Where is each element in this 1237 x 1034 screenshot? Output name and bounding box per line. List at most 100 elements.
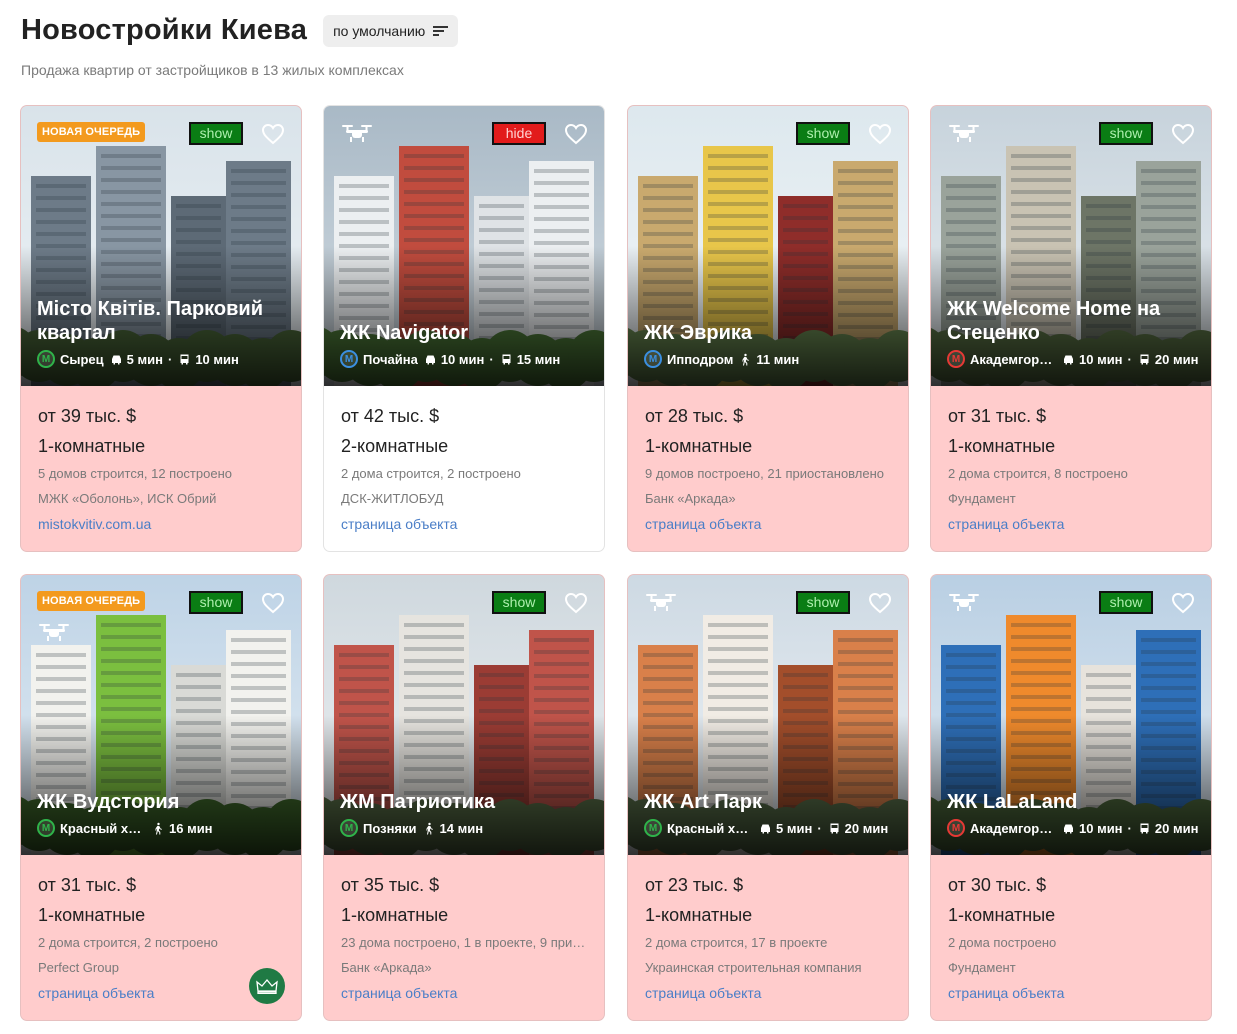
metro-icon: М	[37, 819, 55, 837]
complex-card[interactable]: show ЖМ Патриотика М Позняки 14 мин от 35 тыс…	[324, 575, 604, 1020]
walk-icon	[742, 353, 750, 365]
complex-page-link[interactable]: страница объекта	[341, 985, 591, 1001]
complex-name[interactable]: ЖК Navigator	[340, 321, 590, 345]
travel-time: 15 мин	[500, 351, 561, 367]
room-type: 1-комнатные	[645, 905, 753, 925]
complex-name[interactable]: ЖК Эврика	[644, 321, 894, 345]
bus-icon	[502, 354, 511, 364]
complex-card[interactable]: hide ЖК Navigator М Почайна 10 мин · 15 мин от …	[324, 106, 604, 551]
travel-time: 20 мин	[1138, 351, 1199, 367]
complex-photo-area[interactable]: НОВАЯ ОЧЕРЕДЬ show ЖК Вудстория М Красный ху…	[21, 575, 301, 855]
metro-info: М Ипподром 11 мин	[644, 350, 799, 368]
price-from: от 35 тыс. $	[341, 875, 440, 895]
metro-info: М Академгородок 10 мин· 20 мин	[947, 350, 1198, 368]
developer-logo[interactable]	[249, 968, 285, 1004]
complex-page-link[interactable]: страница объекта	[645, 516, 895, 532]
metro-icon: М	[644, 350, 662, 368]
favorite-heart-icon[interactable]	[261, 123, 285, 145]
drone-icon	[37, 621, 71, 643]
metro-info: М Почайна 10 мин · 15 мин	[340, 350, 560, 368]
complex-card[interactable]: НОВАЯ ОЧЕРЕДЬ show Місто Квітів. Парковий …	[21, 106, 301, 551]
drone-icon	[340, 122, 374, 144]
favorite-heart-icon[interactable]	[1171, 123, 1195, 145]
complex-card[interactable]: show ЖК Welcome Home на Стеценко М Академго…	[931, 106, 1211, 551]
complex-name[interactable]: ЖК Art Парк	[644, 790, 894, 814]
travel-time-value: 15 мин	[516, 351, 561, 367]
travel-time-value: 5 мин	[776, 820, 813, 836]
car-icon	[761, 824, 770, 833]
developer-name: Украинская строительная компания	[645, 960, 862, 975]
visibility-toggle[interactable]: show	[1099, 591, 1153, 614]
complex-name[interactable]: ЖК Вудстория	[37, 790, 287, 814]
visibility-toggle[interactable]: show	[796, 591, 850, 614]
construction-status: 5 домов строится, 12 построено	[38, 466, 232, 481]
price-from: от 23 тыс. $	[645, 875, 744, 895]
complex-photo-area[interactable]: show ЖК Эврика М Ипподром 11 мин	[628, 106, 908, 386]
complex-card[interactable]: НОВАЯ ОЧЕРЕДЬ show ЖК Вудстория М Красный ху…	[21, 575, 301, 1020]
room-type: 1-комнатные	[341, 905, 449, 925]
complex-photo-area[interactable]: show ЖМ Патриотика М Позняки 14 мин	[324, 575, 604, 855]
metro-icon: М	[644, 819, 662, 837]
metro-info: М Красный хутор 5 мин· 20 мин	[644, 819, 888, 837]
metro-station: Почайна	[363, 351, 418, 367]
sort-dropdown[interactable]: по умолчанию	[323, 14, 459, 47]
page-header: Новостройки Киева по умолчанию	[21, 14, 459, 47]
complex-card[interactable]: show ЖК LaLaLand М Академгородок 10 мин· 20 м…	[931, 575, 1211, 1020]
travel-time: 10 мин	[424, 352, 484, 367]
drone-icon	[947, 122, 981, 144]
travel-time-value: 14 мин	[439, 820, 484, 836]
card-details: от 42 тыс. $ 2-комнатные 2 дома строится, …	[341, 406, 591, 532]
travel-time: 11 мин	[739, 352, 799, 367]
separator-dot: ·	[1127, 351, 1132, 367]
favorite-heart-icon[interactable]	[868, 123, 892, 145]
card-details: от 30 тыс. $ 1-комнатные 2 дома построено Ф…	[948, 875, 1198, 1001]
price-from: от 31 тыс. $	[38, 875, 137, 895]
complex-page-link[interactable]: mistokvitiv.com.ua	[38, 516, 288, 532]
visibility-toggle[interactable]: show	[189, 122, 243, 145]
metro-station: Сырец	[60, 351, 104, 367]
complex-page-link[interactable]: страница объекта	[948, 985, 1198, 1001]
complex-page-link[interactable]: страница объекта	[341, 516, 591, 532]
favorite-heart-icon[interactable]	[1171, 592, 1195, 614]
travel-time-value: 16 мин	[169, 820, 213, 836]
complex-page-link[interactable]: страница объекта	[948, 516, 1198, 532]
construction-status: 9 домов построено, 21 приостановлено	[645, 466, 885, 481]
visibility-toggle[interactable]: show	[189, 591, 243, 614]
complex-photo-area[interactable]: show ЖК Welcome Home на Стеценко М Академго…	[931, 106, 1211, 386]
visibility-toggle[interactable]: show	[1099, 122, 1153, 145]
visibility-toggle[interactable]: show	[796, 122, 850, 145]
new-phase-badge: НОВАЯ ОЧЕРЕДЬ	[37, 122, 146, 142]
developer-name: ДСК-ЖИТЛОБУД	[341, 491, 444, 506]
complex-name[interactable]: ЖМ Патриотика	[340, 790, 590, 814]
metro-station: Позняки	[363, 820, 417, 836]
metro-info: М Позняки 14 мин	[340, 819, 483, 837]
complex-photo-area[interactable]: НОВАЯ ОЧЕРЕДЬ show Місто Квітів. Парковий …	[21, 106, 301, 386]
card-details: от 39 тыс. $ 1-комнатные 5 домов строится,…	[38, 406, 288, 532]
metro-info: М Академгородок 10 мин· 20 мин	[947, 819, 1198, 837]
complex-name[interactable]: ЖК Welcome Home на Стеценко	[947, 297, 1197, 345]
favorite-heart-icon[interactable]	[868, 592, 892, 614]
favorite-heart-icon[interactable]	[564, 592, 588, 614]
travel-time-value: 20 мин	[1154, 820, 1199, 836]
complex-name[interactable]: ЖК LaLaLand	[947, 790, 1197, 814]
favorite-heart-icon[interactable]	[261, 592, 285, 614]
metro-icon: М	[340, 819, 358, 837]
walk-icon	[155, 822, 162, 834]
card-details: от 35 тыс. $ 1-комнатные 23 дома построено…	[341, 875, 591, 1001]
complex-photo-area[interactable]: show ЖК Art Парк М Красный хутор 5 мин· 20 ми…	[628, 575, 908, 855]
travel-time-value: 20 мин	[1154, 351, 1199, 367]
drone-icon	[644, 591, 678, 613]
complex-photo-area[interactable]: hide ЖК Navigator М Почайна 10 мин · 15 мин	[324, 106, 604, 386]
card-details: от 23 тыс. $ 1-комнатные 2 дома строится, …	[645, 875, 895, 1001]
complex-page-link[interactable]: страница объекта	[645, 985, 895, 1001]
favorite-heart-icon[interactable]	[564, 123, 588, 145]
car-icon	[1064, 824, 1073, 833]
complex-name[interactable]: Місто Квітів. Парковий квартал	[37, 297, 287, 345]
price-from: от 31 тыс. $	[948, 406, 1047, 426]
complex-card[interactable]: show ЖК Эврика М Ипподром 11 мин от 28 тыс. $…	[628, 106, 908, 551]
metro-icon: М	[947, 350, 965, 368]
complex-card[interactable]: show ЖК Art Парк М Красный хутор 5 мин· 20 ми…	[628, 575, 908, 1020]
visibility-toggle[interactable]: show	[492, 591, 546, 614]
visibility-toggle[interactable]: hide	[492, 122, 546, 145]
complex-photo-area[interactable]: show ЖК LaLaLand М Академгородок 10 мин· 20 м…	[931, 575, 1211, 855]
